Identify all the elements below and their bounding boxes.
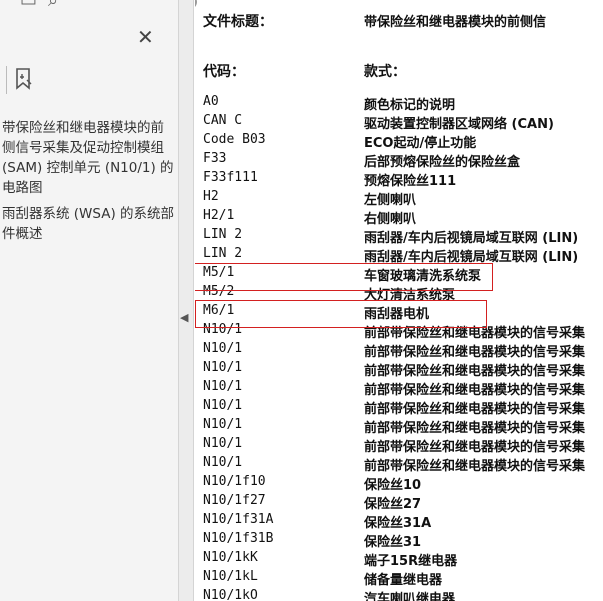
row-description: 汽车喇叭继电器	[364, 592, 456, 601]
row-code: Code B03	[203, 132, 266, 147]
bookmark-item-sam-circuit[interactable]: 带保险丝和继电器模块的前侧信号采集及促动控制模组 (SAM) 控制单元 (N10…	[2, 118, 176, 198]
row-code: N10/1f27	[203, 493, 266, 508]
row-code: N10/1	[203, 379, 243, 394]
row-description: 颜色标记的说明	[364, 98, 456, 113]
document-title-value: 带保险丝和继电器模块的前侧信	[364, 15, 547, 30]
row-description: 左侧喇叭	[364, 193, 417, 208]
row-code: N10/1	[203, 436, 243, 451]
search-icon[interactable]: ⌕	[48, 0, 58, 11]
row-description: 后部预熔保险丝的保险丝盒	[364, 155, 521, 170]
document-title-label: 文件标题：	[203, 14, 273, 30]
toolbar-stub-icon[interactable]: ▭	[20, 0, 37, 11]
row-description: ECO起动/停止功能	[364, 136, 477, 151]
row-description: 驱动装置控制器区域网络 (CAN)	[364, 117, 554, 132]
row-description: 前部带保险丝和继电器模块的信号采集	[364, 402, 586, 417]
row-description: 保险丝10	[364, 478, 422, 493]
row-code: N10/1	[203, 417, 243, 432]
panel-divider[interactable]	[178, 0, 194, 601]
row-description: 储备量继电器	[364, 573, 443, 588]
row-code: H2	[203, 189, 219, 204]
toolbar-button-icon[interactable]	[195, 0, 197, 10]
row-code: N10/1kO	[203, 588, 258, 601]
row-code: N10/1kL	[203, 569, 258, 584]
row-description: 预熔保险丝111	[364, 174, 457, 189]
row-code: A0	[203, 94, 219, 109]
row-description: 前部带保险丝和继电器模块的信号采集	[364, 364, 586, 379]
row-code: F33f111	[203, 170, 258, 185]
row-code: N10/1	[203, 398, 243, 413]
bookmark-item-wsa-overview[interactable]: 雨刮器系统 (WSA) 的系统部件概述	[2, 204, 176, 244]
row-description: 保险丝31A	[364, 516, 432, 531]
bookmarks-panel: ▭ ⌕ ✕ 带保险丝和继电器模块的前侧信号采集及促动控制模组 (SAM) 控制单…	[0, 0, 178, 601]
row-description: 保险丝31	[364, 535, 422, 550]
close-icon[interactable]: ✕	[137, 27, 154, 47]
row-code: LIN 2	[203, 227, 243, 242]
sidebar-separator	[6, 66, 7, 94]
bookmark-icon[interactable]	[15, 68, 33, 94]
row-code: N10/1	[203, 455, 243, 470]
row-description: 前部带保险丝和继电器模块的信号采集	[364, 383, 586, 398]
row-code: F33	[203, 151, 227, 166]
row-code: N10/1f31B	[203, 531, 274, 546]
highlight-box-m5-1	[195, 263, 493, 291]
row-description: 右侧喇叭	[364, 212, 417, 227]
code-column-header: 代码：	[203, 64, 245, 80]
row-code: N10/1	[203, 360, 243, 375]
row-description: 保险丝27	[364, 497, 422, 512]
row-description: 前部带保险丝和继电器模块的信号采集	[364, 440, 586, 455]
row-code: N10/1kK	[203, 550, 258, 565]
row-description: 雨刮器/车内后视镜局域互联网 (LIN)	[364, 231, 579, 246]
row-code: N10/1f31A	[203, 512, 274, 527]
row-code: LIN 2	[203, 246, 243, 261]
row-code: CAN C	[203, 113, 243, 128]
desc-column-header: 款式：	[364, 64, 406, 80]
highlight-box-m6-1	[195, 300, 487, 328]
document-page: 文件标题： 带保险丝和继电器模块的前侧信 代码： 款式： A0 颜色标记的说明 CA…	[195, 0, 603, 601]
collapse-left-icon[interactable]: ◀	[180, 311, 188, 324]
row-code: N10/1	[203, 341, 243, 356]
row-description: 前部带保险丝和继电器模块的信号采集	[364, 459, 586, 474]
row-description: 前部带保险丝和继电器模块的信号采集	[364, 345, 586, 360]
row-description: 端子15R继电器	[364, 554, 458, 569]
row-code: H2/1	[203, 208, 235, 223]
row-description: 前部带保险丝和继电器模块的信号采集	[364, 421, 586, 436]
row-code: N10/1f10	[203, 474, 266, 489]
